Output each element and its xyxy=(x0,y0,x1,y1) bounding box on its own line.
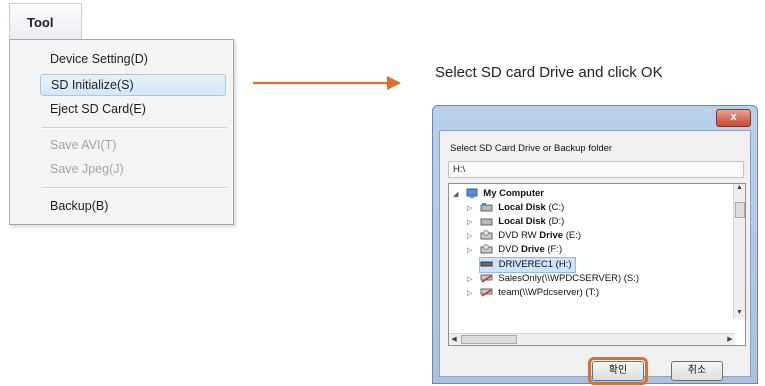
tree-item-my-computer[interactable]: ◢ My Computer xyxy=(453,187,544,201)
folder-tree: ◢ My Computer ▷ Local Disk (C:) ▷ Local … xyxy=(448,183,746,346)
tree-item-local-disk-c[interactable]: ▷ Local Disk (C:) xyxy=(467,201,564,215)
tree-item-team-t[interactable]: ▷ team(\\WPdcserver) (T:) xyxy=(467,286,599,300)
collapse-icon[interactable]: ◢ xyxy=(453,188,461,202)
scroll-down-arrow-icon[interactable]: ▼ xyxy=(734,309,745,319)
tree-item-label: SalesOnly(\\WPDCSERVER) (S:) xyxy=(498,273,640,284)
ok-button-highlight xyxy=(588,357,648,385)
local-disk-icon xyxy=(480,218,493,226)
menu-item-save-jpeg[interactable]: Save Jpeg(J) xyxy=(10,159,233,179)
expand-icon[interactable]: ▷ xyxy=(467,202,475,216)
menu-separator xyxy=(42,127,227,129)
menu-item-save-avi[interactable]: Save AVI(T) xyxy=(10,135,233,155)
expand-icon[interactable]: ▷ xyxy=(467,287,475,301)
local-disk-icon xyxy=(480,203,493,212)
expand-icon[interactable]: ▷ xyxy=(467,230,475,244)
right-arrow-icon xyxy=(253,76,401,90)
cancel-button[interactable]: 취소 xyxy=(671,361,723,381)
dvd-drive-icon xyxy=(480,244,493,254)
scroll-left-arrow-icon[interactable]: ◀ xyxy=(449,334,459,345)
vertical-scrollbar[interactable]: ▲ ▼ xyxy=(733,184,745,319)
removable-drive-icon xyxy=(480,261,493,267)
expand-icon[interactable]: ▷ xyxy=(467,216,475,230)
menu-item-device-setting[interactable]: Device Setting(D) xyxy=(10,49,233,69)
tree-item-dvd-drive-f[interactable]: ▷ DVD Drive (F:) xyxy=(467,243,562,257)
dialog-prompt: Select SD Card Drive or Backup folder xyxy=(450,143,613,154)
expand-icon[interactable]: ▷ xyxy=(467,244,475,258)
tree-item-drive-letter: (C:) xyxy=(548,202,565,213)
dialog-body: Select SD Card Drive or Backup folder H:… xyxy=(439,130,751,385)
dvd-drive-icon xyxy=(480,230,493,240)
close-icon[interactable]: x xyxy=(716,109,751,127)
horizontal-scrollbar[interactable]: ◀ ▶ xyxy=(449,333,735,345)
tree-item-dvd-rw-drive-e[interactable]: ▷ DVD RW Drive (E:) xyxy=(467,229,581,243)
tree-item-prefix: DVD RW xyxy=(498,230,540,241)
menu-separator xyxy=(42,187,227,189)
scroll-thumb[interactable] xyxy=(461,335,517,344)
tree-item-local-disk-d[interactable]: ▷ Local Disk (D:) xyxy=(467,215,564,229)
scroll-right-arrow-icon[interactable]: ▶ xyxy=(725,334,735,345)
tree-item-drive-letter: (E:) xyxy=(565,230,581,241)
select-drive-dialog: x Select SD Card Drive or Backup folder … xyxy=(432,105,758,385)
tree-item-label: Local Disk xyxy=(498,216,546,227)
menu-item-eject-sd-card[interactable]: Eject SD Card(E) xyxy=(10,99,233,119)
scroll-up-arrow-icon[interactable]: ▲ xyxy=(734,184,745,194)
tree-item-salesonly-s[interactable]: ▷ SalesOnly(\\WPDCSERVER) (S:) xyxy=(467,272,639,286)
tree-item-label: Drive xyxy=(539,230,564,241)
selected-path-field[interactable]: H:\ xyxy=(448,161,744,178)
tree-item-driverec1-selected[interactable]: DRIVEREC1 (H:) xyxy=(479,257,577,273)
tree-item-label: Drive xyxy=(520,244,545,255)
tree-item-drive-letter: (D:) xyxy=(548,216,565,227)
tree-item-label: DRIVEREC1 (H:) xyxy=(498,259,572,270)
menu-item-backup[interactable]: Backup(B) xyxy=(10,196,233,216)
tool-menu-title: Tool xyxy=(27,15,54,30)
tree-item-prefix: DVD xyxy=(498,244,521,255)
tool-menu-dropdown: Device Setting(D) SD Initialize(S) Eject… xyxy=(9,39,234,225)
menu-item-sd-initialize[interactable]: SD Initialize(S) xyxy=(40,74,226,96)
tree-item-label: team(\\WPdcserver) (T:) xyxy=(498,287,600,298)
dialog-title-bar[interactable] xyxy=(433,106,757,128)
tree-item-label: My Computer xyxy=(483,188,544,199)
expand-icon[interactable]: ▷ xyxy=(467,273,475,287)
tool-menu-tab[interactable]: Tool xyxy=(9,3,82,40)
instruction-caption: Select SD card Drive and click OK xyxy=(435,64,663,81)
computer-icon xyxy=(466,188,478,198)
tree-item-label: Local Disk xyxy=(498,202,546,213)
network-drive-icon xyxy=(480,288,493,298)
tree-item-drive-letter: (F:) xyxy=(547,244,563,255)
scroll-thumb[interactable] xyxy=(735,202,745,218)
network-drive-icon xyxy=(480,274,493,284)
